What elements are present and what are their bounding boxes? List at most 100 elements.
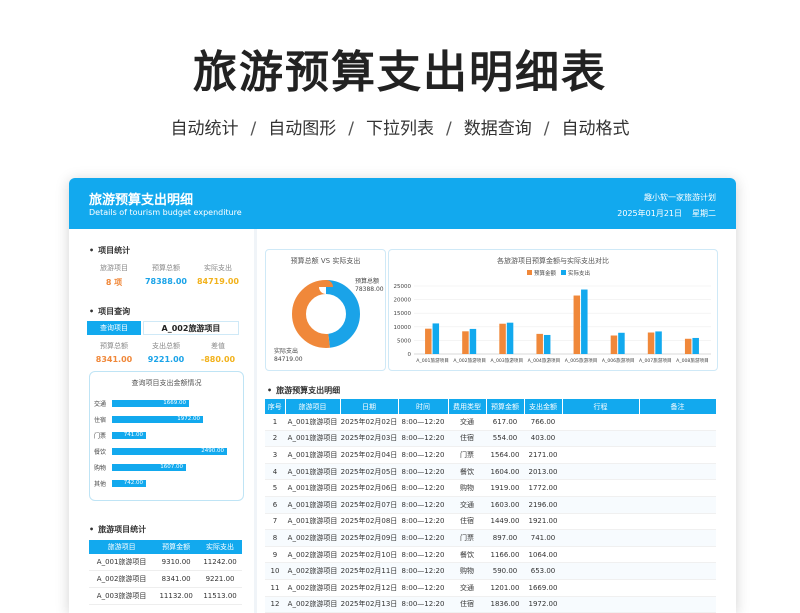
bar-category-label: 餐饮 [94,449,107,456]
column-header: 备注 [639,399,717,414]
feature-item: 自动统计 [170,119,239,139]
x-tick-label: A_001旅游项目 [416,357,449,364]
bar-mark [469,328,477,354]
table-cell: 617.00 [486,414,524,431]
card-subtitle: Details of tourism budget expenditure [89,208,242,217]
bar-mark [432,323,440,354]
stat-label: 旅游项目 [100,264,128,272]
y-tick-label: 20000 [394,298,412,304]
org-name: 趣小软一家旅游计划 [644,193,716,202]
bar-mark: 742.00 [112,480,146,487]
table-cell: 2171.00 [524,446,562,464]
table-cell: 2025年02月04日 [340,446,398,464]
table-cell: 7 [265,513,285,531]
table-cell: 住宿 [448,513,486,531]
table-row: 10 A_002旅游项目 2025年02月11日 8:00—12:20 购物 590.00… [265,562,716,580]
table-cell: 2025年02月07日 [340,496,398,514]
table-cell: 9310.00 [154,554,199,571]
table-cell [562,562,639,580]
bar-mark [536,333,543,354]
table-row: A_002旅游项目 8341.00 9221.00 [89,570,242,588]
feature-list: 自动统计 / 自动图形 / 下拉列表 / 数据查询 / 自动格式 [170,119,630,139]
stats-section-title: 项目统计 [89,245,130,256]
bar-mark [573,295,581,354]
date-line: 2025年01月21日 星期二 [607,208,716,219]
table-cell: 5 [265,479,285,497]
feature-item: 下拉列表 [366,119,434,139]
x-tick-label: A_005旅游项目 [565,357,598,364]
table-cell [562,596,639,613]
table-cell: 8:00—12:20 [398,463,448,481]
x-tick-label: A_004旅游项目 [528,357,561,364]
card-header: 旅游预算支出明细 Details of tourism budget expen… [69,178,736,229]
table-cell: 8:00—12:20 [398,513,448,531]
table-cell: 6 [265,496,285,514]
table-cell: 住宿 [448,430,486,448]
bar-mark [425,328,432,354]
legend-swatch [561,270,566,275]
table-cell [562,446,639,464]
table-cell [562,496,639,514]
table-cell [639,430,716,448]
table-cell [562,463,639,481]
donut-chart-card: 预算总额 VS 实际支出 预算总额 78388.00 实际支出 84719.00 [265,249,386,371]
table-cell: 1836.00 [486,596,524,613]
table-row: 4 A_001旅游项目 2025年02月05日 8:00—12:20 餐饮 1604.00… [265,463,716,481]
table-cell: 590.00 [486,562,524,580]
table-cell: 1564.00 [486,446,524,464]
stat-label: 实际支出 [204,264,232,272]
table-cell: A_001旅游项目 [285,414,340,431]
table-cell: 2025年02月10日 [340,546,398,564]
bar-mark [655,331,662,354]
table-row: 12 A_002旅游项目 2025年02月13日 8:00—12:20 住宿 1836.0… [265,596,716,613]
table-cell: 交通 [448,579,486,597]
right-panel: 预算总额 VS 实际支出 预算总额 78388.00 实际支出 84719.00 各… [257,229,736,613]
table-cell: 1604.00 [486,463,524,481]
column-header: 支出金额 [524,399,563,414]
donut-budget-value: 78388.00 [355,286,384,293]
column-header: 预算金额 [154,540,199,554]
bar-mark [618,332,625,354]
project-stats-title: 旅游项目统计 [89,524,146,535]
table-cell: 2196.00 [524,496,562,514]
table-cell: A_003旅游项目 [89,587,155,605]
y-tick-label: 15000 [394,311,412,317]
feature-item: 自动图形 [268,119,337,139]
table-row: 8 A_002旅游项目 2025年02月09日 8:00—12:20 门票 897.00 7… [265,529,716,547]
table-cell [639,513,716,531]
bar-chart-title: 各旅游项目预算金额与实际支出对比 [497,256,609,265]
table-cell: 1921.00 [524,513,562,531]
table-cell [562,430,639,448]
weekday-text: 星期二 [692,209,716,218]
stat-label: 预算总额 [152,264,180,272]
table-cell: 8:00—12:20 [398,529,448,547]
table-cell: 交通 [448,414,486,431]
table-cell: 购物 [448,479,486,497]
table-cell: A_001旅游项目 [89,554,155,571]
query-spent-value: 9221.00 [147,355,185,364]
table-cell: 2025年02月05日 [340,463,398,481]
table-cell: 2025年02月12日 [340,579,398,597]
table-row: 7 A_001旅游项目 2025年02月08日 8:00—12:20 住宿 1449.00… [265,513,716,531]
table-row: A_001旅游项目 9310.00 11242.00 [89,554,242,571]
table-cell: 1603.00 [486,496,524,514]
column-header: 实际支出 [198,540,242,554]
table-cell: 2025年02月06日 [340,479,398,497]
bar-category-label: 住宿 [94,417,107,424]
date-text: 2025年01月21日 [617,209,682,218]
table-cell [562,513,639,531]
table-cell [639,446,716,464]
column-header: 旅游项目 [285,399,341,414]
query-stat-label: 差值 [211,342,225,350]
project-select[interactable]: A_002旅游项目 [143,321,239,335]
table-cell [639,529,716,547]
table-cell: 8:00—12:20 [398,496,448,514]
table-cell: 1064.00 [524,546,562,564]
table-row: 6 A_001旅游项目 2025年02月07日 8:00—12:20 交通 1603.00… [265,496,716,514]
x-tick-label: A_008旅游项目 [676,357,709,364]
table-cell: 8:00—12:20 [398,546,448,564]
table-cell [639,496,716,514]
table-cell: 10 [265,562,285,580]
table-cell: 8:00—12:20 [398,562,448,580]
table-cell: 1772.00 [524,479,562,497]
